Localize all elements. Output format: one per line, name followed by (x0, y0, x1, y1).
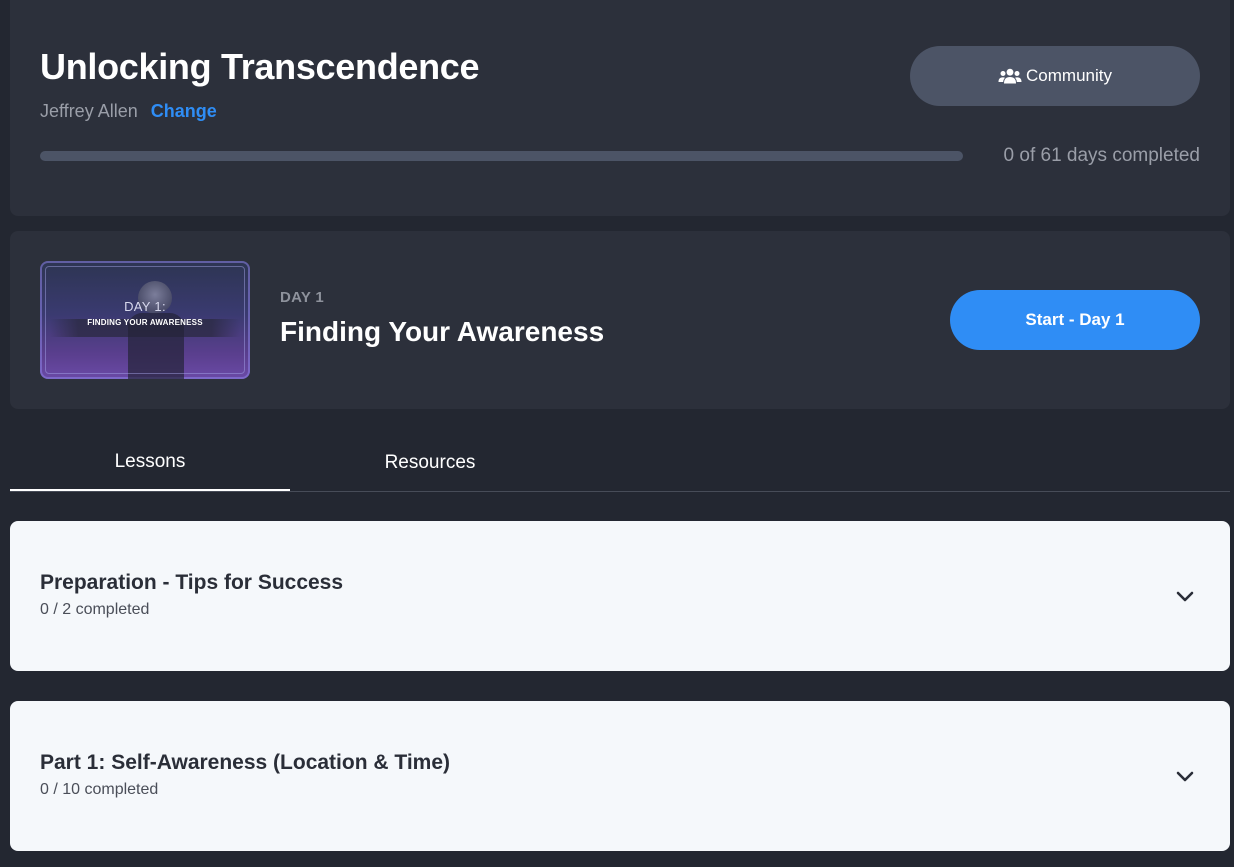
users-icon (998, 68, 1022, 84)
change-instructor-link[interactable]: Change (151, 101, 217, 121)
course-title: Unlocking Transcendence (40, 46, 480, 87)
chevron-down-icon[interactable] (1174, 765, 1196, 787)
section-title: Part 1: Self-Awareness (Location & Time) (40, 751, 451, 774)
start-day-button[interactable]: Start - Day 1 (950, 290, 1200, 350)
tab-resources[interactable]: Resources (290, 435, 570, 489)
day-title: Finding Your Awareness (280, 316, 605, 347)
section-progress: 0 / 2 completed (40, 601, 150, 618)
section-progress: 0 / 10 completed (40, 781, 159, 798)
content-tabs: Lessons Resources (10, 435, 1230, 492)
community-button[interactable]: Community (910, 46, 1200, 106)
tab-lessons-label: Lessons (114, 451, 186, 472)
section-title: Preparation - Tips for Success (40, 571, 344, 594)
lesson-section-preparation[interactable]: Preparation - Tips for Success 0 / 2 com… (10, 521, 1230, 671)
instructor-name: Jeffrey Allen (40, 101, 138, 121)
thumbnail-subtitle-text: FINDING YOUR AWARENESS (87, 318, 203, 327)
course-progress-bar (40, 151, 963, 161)
community-button-label: Community (1026, 66, 1112, 85)
instructor-row: Jeffrey Allen Change (40, 101, 217, 122)
course-header: Unlocking Transcendence Jeffrey Allen Ch… (10, 0, 1230, 216)
thumbnail-day-text: DAY 1: (124, 299, 166, 314)
day-video-thumbnail[interactable]: DAY 1: FINDING YOUR AWARENESS (40, 261, 250, 379)
tab-resources-label: Resources (384, 452, 476, 473)
current-day-card: DAY 1: FINDING YOUR AWARENESS DAY 1 Find… (10, 231, 1230, 409)
chevron-down-icon[interactable] (1174, 585, 1196, 607)
course-progress-text: 0 of 61 days completed (1003, 145, 1200, 166)
day-label: DAY 1 (280, 289, 325, 306)
lesson-section-part-1[interactable]: Part 1: Self-Awareness (Location & Time)… (10, 701, 1230, 851)
tab-lessons[interactable]: Lessons (10, 435, 290, 491)
